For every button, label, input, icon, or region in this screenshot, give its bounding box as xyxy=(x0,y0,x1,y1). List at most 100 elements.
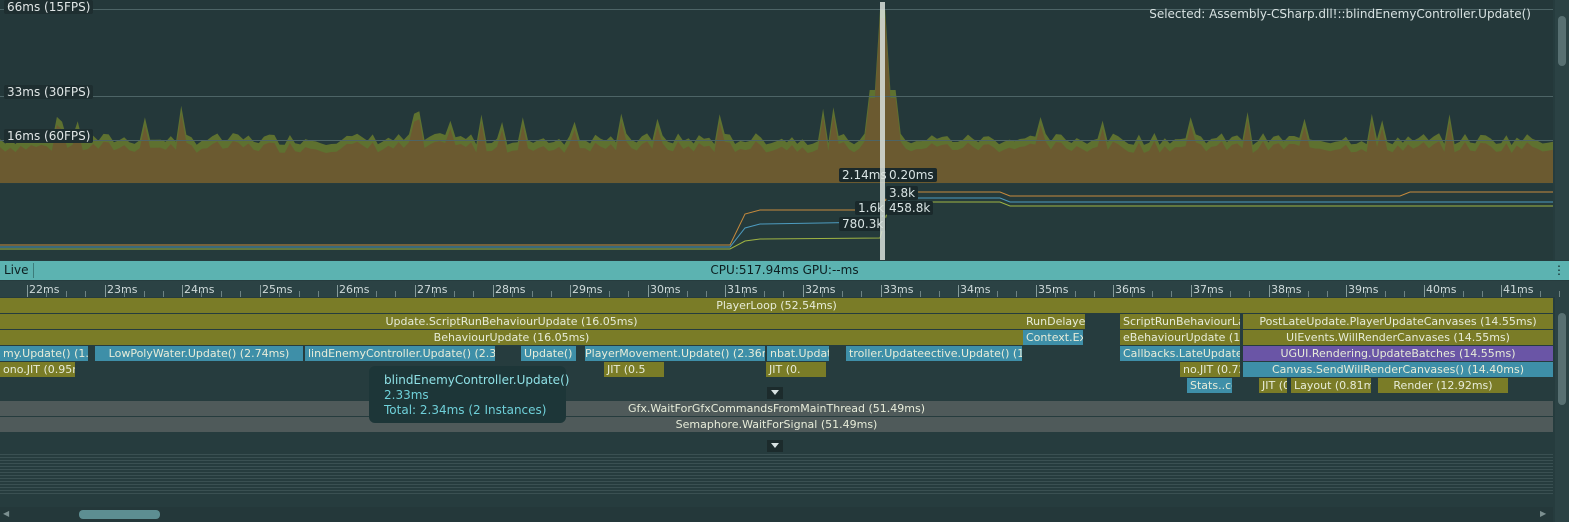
blind-enemy-controller-update-bar[interactable]: lindEnemyController.Update() (2.33ms xyxy=(305,346,495,361)
ruler-tick xyxy=(415,285,416,297)
thread-row-line xyxy=(0,469,1553,470)
ruler-tick xyxy=(1191,285,1192,297)
ruler-tick-label: 34ms xyxy=(960,283,991,296)
expand-main-thread-arrow-icon[interactable] xyxy=(767,387,783,399)
cpu-usage-chart[interactable]: 66ms (15FPS) 33ms (30FPS) 16ms (60FPS) S… xyxy=(0,0,1553,183)
ruler-tick-label: 24ms xyxy=(184,283,215,296)
behaviour-update-bar[interactable]: BehaviourUpdate (16.05ms) xyxy=(0,330,1023,345)
ruler-tick-label: 29ms xyxy=(572,283,603,296)
ruler-tick-label: 31ms xyxy=(727,283,758,296)
ruler-tick xyxy=(182,285,183,297)
fps-label-60: 16ms (60FPS) xyxy=(4,129,94,143)
time-ruler[interactable]: 22ms 23ms 24ms 25ms 26ms 27ms 28ms 29ms 30ms 31ms… xyxy=(0,281,1569,297)
thread-row-line xyxy=(0,472,1553,473)
timeline-horizontal-scrollbar[interactable]: ◀ ▶ xyxy=(0,507,1553,522)
thread-row-line xyxy=(0,490,1553,491)
update-bar[interactable]: Update() ( xyxy=(521,346,576,361)
vertical-ellipsis-icon[interactable]: ⋮ xyxy=(1553,261,1565,280)
controller-objective-update-bar[interactable]: troller.Updateective.Update() (1.38r xyxy=(846,346,1022,361)
jit-bar-5[interactable]: JIT (0 xyxy=(1259,378,1287,393)
render-bar[interactable]: Render (12.92ms) xyxy=(1378,378,1508,393)
ruler-tick-label: 25ms xyxy=(262,283,293,296)
memory-marker-value-3: 458.8k xyxy=(886,201,934,215)
expand-threads-arrow-icon[interactable] xyxy=(767,440,783,452)
gfx-wait-bar[interactable]: Gfx.WaitForGfxCommandsFromMainThread (51… xyxy=(0,401,1553,416)
thread-row-line xyxy=(0,484,1553,485)
mono-jit-bar-3[interactable]: JIT (0. xyxy=(766,362,826,377)
thread-row-line xyxy=(0,481,1553,482)
cpu-usage-graph xyxy=(0,10,1553,183)
mono-jit-bar-4[interactable]: no.JIT (0.72 xyxy=(1180,362,1240,377)
ruler-tick-label: 32ms xyxy=(805,283,836,296)
script-run-behaviour-update-bar[interactable]: Update.ScriptRunBehaviourUpdate (16.05ms… xyxy=(0,314,1023,329)
tooltip-sample-name: blindEnemyController.Update() xyxy=(384,373,570,387)
scroll-left-arrow-icon[interactable]: ◀ xyxy=(3,509,9,518)
context-exe-bar[interactable]: Context.Exe xyxy=(1023,330,1083,345)
thread-row-line xyxy=(0,478,1553,479)
fps-label-15: 66ms (15FPS) xyxy=(4,0,94,14)
post-late-update-bar[interactable]: PostLateUpdate.PlayerUpdateCanvases (14.… xyxy=(1243,314,1553,329)
ui-events-will-render-canvases-bar[interactable]: UIEvents.WillRenderCanvases (14.55ms) xyxy=(1243,330,1553,345)
player-loop-bar[interactable]: PlayerLoop (52.54ms) xyxy=(0,298,1553,313)
timeline-view[interactable]: PlayerLoop (52.54ms) Update.ScriptRunBeh… xyxy=(0,297,1553,522)
ruler-tick-label: 23ms xyxy=(107,283,138,296)
run-delayed-bar[interactable]: RunDelayedT xyxy=(1023,314,1085,329)
stats-bar[interactable]: Stats..co xyxy=(1187,378,1232,393)
selected-sample-label: Selected: Assembly-CSharp.dll!::blindEne… xyxy=(1149,7,1531,21)
layout-bar[interactable]: Layout (0.81m xyxy=(1291,378,1371,393)
ruler-tick xyxy=(1113,285,1114,297)
player-movement-update-bar[interactable]: PlayerMovement.Update() (2.36ms) xyxy=(585,346,765,361)
ruler-tick xyxy=(260,285,261,297)
memory-chart[interactable]: 3.8k 1.6k 458.8k 780.3k xyxy=(0,184,1553,260)
ruler-tick xyxy=(337,285,338,297)
enemy-update-bar[interactable]: my.Update() (1.19 xyxy=(0,346,88,361)
canvas-send-will-render-bar[interactable]: Canvas.SendWillRenderCanvases() (14.40ms… xyxy=(1243,362,1553,377)
fps-line-60 xyxy=(0,140,1553,141)
memory-graph xyxy=(0,191,1553,250)
frame-selection-line[interactable] xyxy=(880,2,885,260)
callbacks-late-update-bar[interactable]: Callbacks.LateUpdate() xyxy=(1120,346,1240,361)
tooltip-total: Total: 2.34ms (2 Instances) xyxy=(384,403,547,417)
fps-label-30: 33ms (30FPS) xyxy=(4,85,94,99)
ruler-tick-label: 36ms xyxy=(1115,283,1146,296)
script-run-behaviour-late-bar[interactable]: ScriptRunBehaviourLate xyxy=(1120,314,1240,329)
semaphore-wait-bar[interactable]: Semaphore.WaitForSignal (51.49ms) xyxy=(0,417,1553,432)
ruler-tick xyxy=(803,285,804,297)
ruler-tick xyxy=(881,285,882,297)
scroll-right-arrow-icon[interactable]: ▶ xyxy=(1540,509,1546,518)
sample-tooltip: blindEnemyController.Update() 2.33ms Tot… xyxy=(369,366,570,423)
ruler-tick-label: 22ms xyxy=(29,283,60,296)
ruler-tick xyxy=(105,285,106,297)
horizontal-scroll-thumb[interactable] xyxy=(79,510,160,519)
chart-vertical-scrollbar[interactable] xyxy=(1555,0,1569,260)
cpu-marker-value-2: 0.20ms xyxy=(886,168,937,182)
ruler-tick-label: 28ms xyxy=(495,283,526,296)
timeline-vertical-scrollbar[interactable] xyxy=(1555,297,1569,522)
ruler-tick-label: 35ms xyxy=(1038,283,1069,296)
ruler-tick-label: 26ms xyxy=(339,283,370,296)
ruler-tick-label: 33ms xyxy=(883,283,914,296)
ruler-tick xyxy=(570,285,571,297)
ruler-tick-label: 41ms xyxy=(1503,283,1534,296)
ugui-rendering-update-batches-bar[interactable]: UGUI.Rendering.UpdateBatches (14.55ms) xyxy=(1243,346,1553,361)
thread-row-line xyxy=(0,460,1553,461)
ruler-tick-label: 39ms xyxy=(1348,283,1379,296)
ruler-tick xyxy=(1269,285,1270,297)
fps-line-30 xyxy=(0,96,1553,97)
ruler-tick xyxy=(725,285,726,297)
low-poly-water-update-bar[interactable]: LowPolyWater.Update() (2.74ms) xyxy=(95,346,303,361)
ruler-tick-label: 38ms xyxy=(1271,283,1302,296)
thread-row-line xyxy=(0,454,1553,455)
ruler-tick xyxy=(958,285,959,297)
combat-update-bar[interactable]: nbat.Update( xyxy=(767,346,829,361)
ruler-tick-label: 30ms xyxy=(650,283,681,296)
thread-row-line xyxy=(0,463,1553,464)
mono-jit-bar-2[interactable]: JIT (0.5 xyxy=(604,362,664,377)
late-behaviour-update-bar[interactable]: eBehaviourUpdate (1.48 xyxy=(1120,330,1240,345)
mono-jit-bar-1[interactable]: ono.JIT (0.95m xyxy=(0,362,75,377)
chart-scroll-thumb[interactable] xyxy=(1558,16,1566,66)
ruler-tick xyxy=(1424,285,1425,297)
ruler-tick-label: 27ms xyxy=(417,283,448,296)
ruler-tick xyxy=(648,285,649,297)
timeline-scroll-thumb[interactable] xyxy=(1558,313,1566,405)
